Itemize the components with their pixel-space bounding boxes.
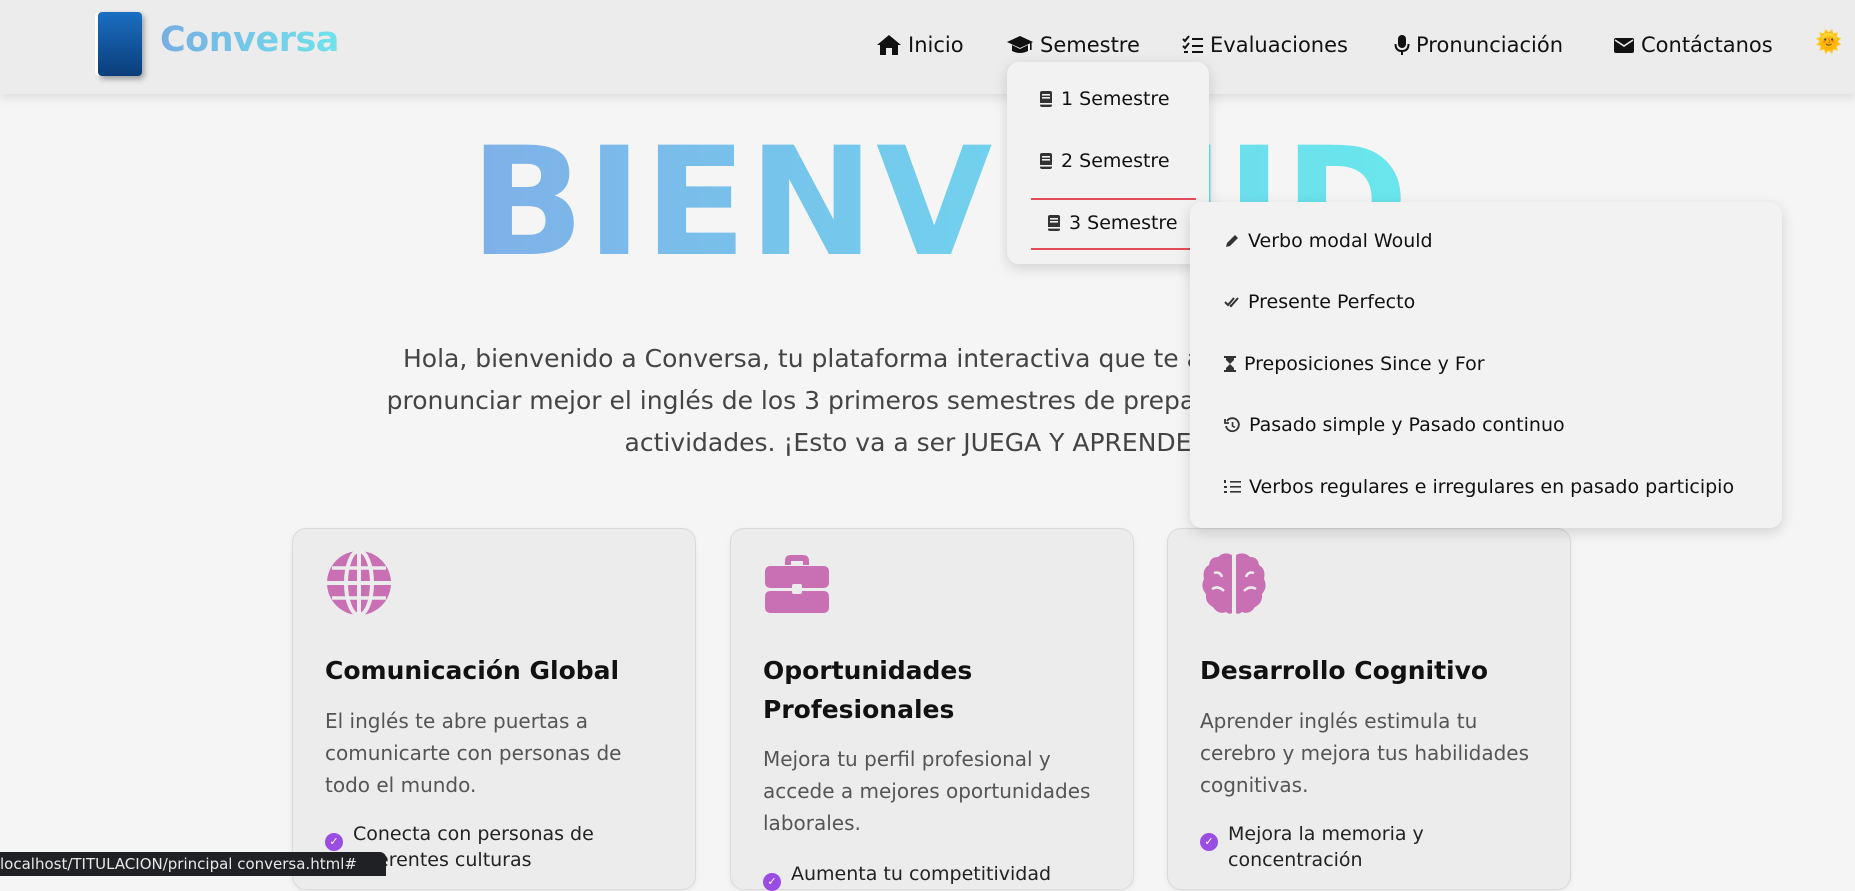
microphone-icon — [1394, 35, 1410, 55]
site-header: Conversa Inicio Semestre Evaluaciones Pr… — [0, 0, 1855, 94]
logo-book-icon[interactable] — [98, 12, 142, 76]
submenu-item-verbos[interactable]: Verbos regulares e irregulares en pasado… — [1224, 476, 1734, 498]
check-circle-icon: ✓ — [1200, 833, 1218, 851]
hourglass-icon — [1224, 356, 1236, 372]
list-check-icon — [1182, 35, 1203, 53]
pencil-icon — [1226, 235, 1238, 247]
double-check-icon — [1224, 297, 1239, 308]
browser-status-url: localhost/TITULACION/principal conversa.… — [0, 852, 386, 876]
submenu-item-pasado[interactable]: Pasado simple y Pasado continuo — [1224, 414, 1565, 436]
home-icon — [877, 35, 901, 55]
nav-label: Pronunciación — [1416, 33, 1564, 57]
nav-label: Contáctanos — [1641, 33, 1773, 57]
nav-label: Inicio — [908, 33, 964, 57]
book-icon — [1040, 153, 1052, 169]
nav-inicio[interactable]: Inicio — [876, 28, 964, 62]
graduation-cap-icon — [1007, 36, 1033, 53]
submenu-item-since-for[interactable]: Preposiciones Since y For — [1224, 353, 1485, 375]
card-desc: Aprender inglés estimula tu cerebro y me… — [1200, 709, 1530, 797]
brain-icon — [1202, 553, 1266, 614]
card-title: Comunicación Global — [325, 656, 620, 685]
history-icon — [1224, 416, 1240, 432]
dropdown-item-semestre-1[interactable]: 1 Semestre — [1039, 88, 1170, 110]
nav-pronunciacion[interactable]: Pronunciación — [1394, 28, 1563, 62]
dropdown-item-semestre-3[interactable]: 3 Semestre — [1047, 212, 1178, 234]
card-desc: Mejora tu perfil profesional y accede a … — [763, 747, 1091, 835]
envelope-icon — [1614, 38, 1634, 53]
semestre-dropdown: 1 Semestre 2 Semestre 3 Semestre — [1007, 62, 1209, 264]
book-icon — [1048, 215, 1060, 231]
nav-evaluaciones[interactable]: Evaluaciones — [1182, 28, 1348, 62]
globe-icon — [327, 549, 391, 617]
book-icon — [1040, 91, 1052, 107]
check-circle-icon: ✓ — [763, 873, 781, 891]
card-desc: El inglés te abre puertas a comunicarte … — [325, 709, 622, 797]
nav-semestre[interactable]: Semestre — [1006, 28, 1140, 62]
nav-contactanos[interactable]: Contáctanos — [1613, 28, 1773, 62]
numbered-list-icon — [1224, 480, 1241, 493]
list-item: ✓ Aumenta tu competitividad — [763, 861, 1113, 891]
list-item: ✓ Mejora la memoria y concentración — [1200, 821, 1550, 873]
feature-card-comunicacion: Comunicación Global El inglés te abre pu… — [292, 528, 696, 890]
feature-card-oportunidades: Oportunidades Profesionales Mejora tu pe… — [730, 528, 1134, 891]
user-avatar-icon[interactable]: 🌞 — [1815, 30, 1842, 56]
card-list: ✓ Mejora la memoria y concentración — [1200, 821, 1550, 873]
nav-label: Evaluaciones — [1210, 33, 1348, 57]
nav-label: Semestre — [1040, 33, 1140, 57]
card-title: Desarrollo Cognitivo — [1200, 656, 1489, 685]
dropdown-item-semestre-2[interactable]: 2 Semestre — [1039, 150, 1170, 172]
check-circle-icon: ✓ — [325, 833, 343, 851]
brand-name[interactable]: Conversa — [160, 20, 339, 60]
semestre-3-submenu: Verbo modal Would Presente Perfecto Prep… — [1190, 202, 1782, 528]
submenu-item-would[interactable]: Verbo modal Would — [1224, 230, 1433, 252]
feature-card-desarrollo: Desarrollo Cognitivo Aprender inglés est… — [1167, 528, 1571, 890]
submenu-item-presente-perfecto[interactable]: Presente Perfecto — [1224, 291, 1415, 313]
card-title: Oportunidades Profesionales — [763, 656, 973, 724]
briefcase-icon — [765, 555, 829, 613]
card-list: ✓ Aumenta tu competitividad — [763, 861, 1113, 891]
